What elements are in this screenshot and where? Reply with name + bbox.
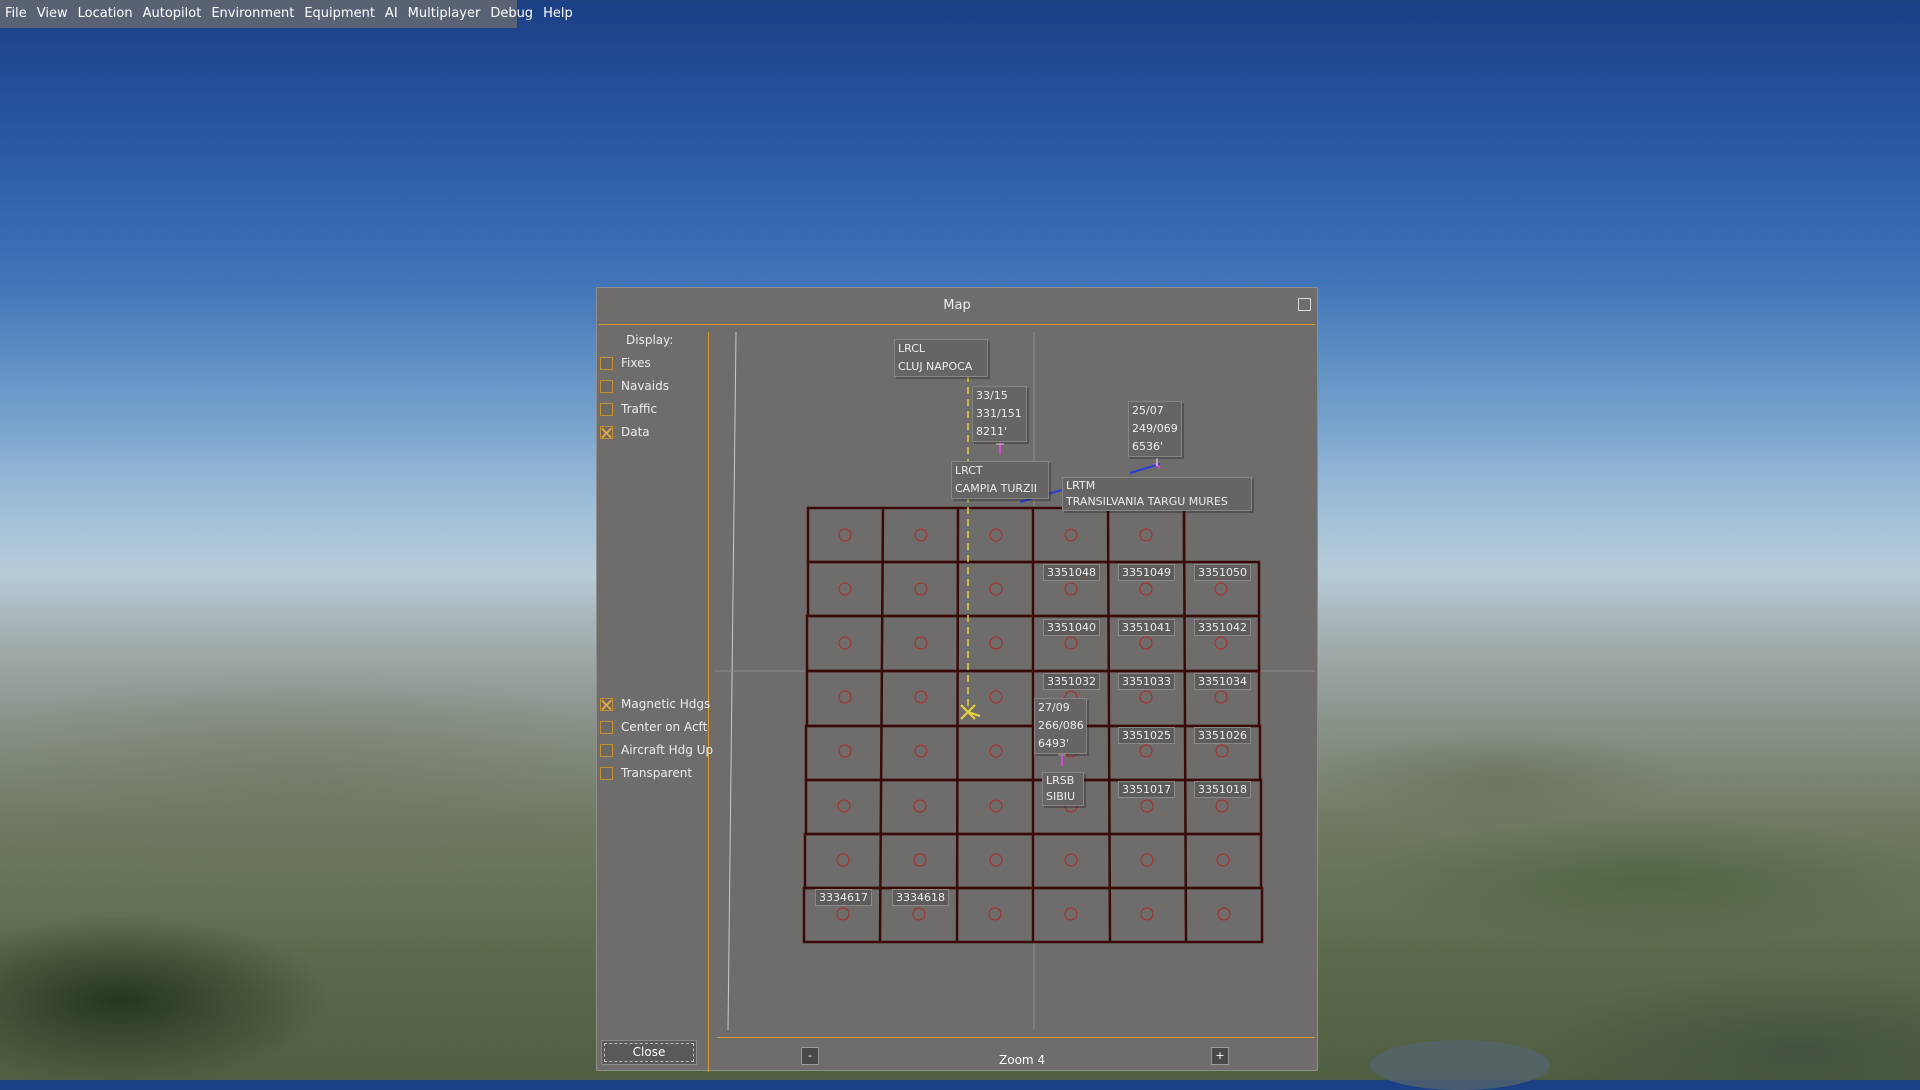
menu-debug[interactable]: Debug xyxy=(485,0,538,28)
menu-bar: File View Location Autopilot Environment… xyxy=(0,0,573,28)
bottom-divider xyxy=(717,1037,1315,1038)
menu-help[interactable]: Help xyxy=(538,0,578,28)
checkbox-data[interactable]: Data xyxy=(600,425,650,439)
checkbox-icon[interactable] xyxy=(600,402,613,416)
checkbox-label: Navaids xyxy=(621,379,669,393)
checkbox-label: Data xyxy=(621,425,650,439)
checkbox-fixes[interactable]: Fixes xyxy=(600,356,651,370)
menu-environment[interactable]: Environment xyxy=(206,0,299,28)
zoom-in-button[interactable]: + xyxy=(1211,1047,1229,1065)
checkbox-label: Center on Acft xyxy=(621,720,708,734)
checkbox-icon[interactable] xyxy=(600,720,613,734)
menu-multiplayer[interactable]: Multiplayer xyxy=(403,0,486,28)
checkbox-label: Transparent xyxy=(621,766,693,780)
checkbox-center-on-acft[interactable]: Center on Acft xyxy=(600,720,707,734)
dialog-title: Map xyxy=(943,298,971,313)
menu-location[interactable]: Location xyxy=(73,0,138,28)
checkbox-icon[interactable] xyxy=(600,425,613,439)
menu-autopilot[interactable]: Autopilot xyxy=(138,0,207,28)
checkbox-icon[interactable] xyxy=(600,379,613,393)
checkbox-label: Magnetic Hdgs xyxy=(621,697,711,711)
checkbox-label: Traffic xyxy=(621,402,658,416)
checkbox-traffic[interactable]: Traffic xyxy=(600,402,657,416)
resize-icon[interactable] xyxy=(1298,298,1311,311)
menu-view[interactable]: View xyxy=(32,0,73,28)
checkbox-icon[interactable] xyxy=(600,766,613,780)
title-divider xyxy=(599,324,1315,325)
zoom-out-button[interactable]: - xyxy=(801,1047,819,1065)
checkbox-magnetic-hdgs[interactable]: Magnetic Hdgs xyxy=(600,697,710,711)
checkbox-label: Fixes xyxy=(621,356,651,370)
close-button[interactable]: Close xyxy=(601,1040,697,1065)
checkbox-aircraft-hdg-up[interactable]: Aircraft Hdg Up xyxy=(600,743,713,757)
checkbox-icon[interactable] xyxy=(600,743,613,757)
display-label: Display: xyxy=(626,333,674,347)
checkbox-navaids[interactable]: Navaids xyxy=(600,379,669,393)
checkbox-icon[interactable] xyxy=(600,356,613,370)
menu-ai[interactable]: AI xyxy=(380,0,403,28)
map-dialog: Map Display: Fixes Navaids Traffic Data … xyxy=(596,287,1318,1072)
menu-equipment[interactable]: Equipment xyxy=(299,0,380,28)
checkbox-label: Aircraft Hdg Up xyxy=(621,743,714,757)
zoom-level: Zoom 4 xyxy=(999,1053,1046,1067)
lake xyxy=(1370,1040,1550,1090)
checkbox-transparent[interactable]: Transparent xyxy=(600,766,692,780)
checkbox-icon[interactable] xyxy=(600,697,613,711)
menu-file[interactable]: File xyxy=(0,0,32,28)
